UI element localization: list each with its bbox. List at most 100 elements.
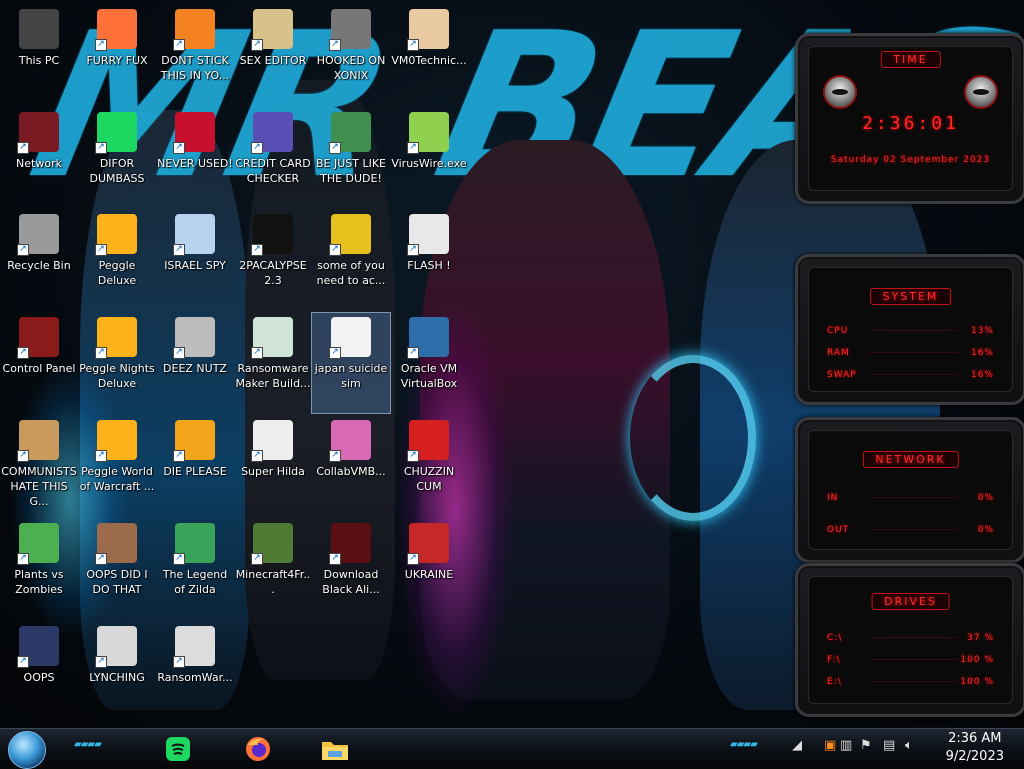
taskbar-firefox-button[interactable] — [238, 731, 278, 767]
taskbar-clock[interactable]: 2:36 AM 9/2/2023 — [946, 730, 1004, 766]
desktop-icon-label: OOPS — [23, 671, 55, 684]
desktop-icon[interactable]: ↗ COMMUNISTS HATE THIS G... — [0, 416, 78, 516]
desktop-icon[interactable]: ↗ DIE PLEASE — [156, 416, 234, 516]
taskbar-spotify-button[interactable] — [158, 731, 198, 767]
network-in-bar — [869, 497, 958, 498]
desktop-icon[interactable]: ↗ UKRAINE — [390, 519, 468, 619]
swap-label: SWAP — [827, 370, 857, 380]
desktop-icon-label: Peggle Deluxe — [97, 259, 137, 287]
desktop-icon-label: Peggle Nights Deluxe — [79, 362, 155, 390]
desktop-icon[interactable]: ↗ NEVER USED! — [156, 108, 234, 208]
desktop-icon[interactable]: ↗ RansomWar... — [156, 622, 234, 722]
desktop-icon[interactable]: ↗ CollabVMB... — [312, 416, 390, 516]
desktop-icon[interactable]: ↗ Download Black Ali... — [312, 519, 390, 619]
desktop-icon[interactable]: ↗ Minecraft4Fr... — [234, 519, 312, 619]
desktop-icon[interactable]: ↗ Plants vs Zombies — [0, 519, 78, 619]
desktop-icon-label: some of you need to ac... — [316, 259, 386, 287]
ram-value: 16% — [970, 348, 994, 358]
desktop-icon[interactable]: ↗ VM0Technic... — [390, 5, 468, 105]
desktop-icon-label: Peggle World of Warcraft ... — [79, 465, 155, 493]
alien-icon: ↗ — [329, 523, 371, 565]
swap-bar — [869, 374, 958, 375]
desktop-icon-label: Download Black Ali... — [322, 568, 380, 596]
spy-cam-icon: ↗ — [173, 214, 215, 256]
desktop-icon-label: VirusWire.exe — [391, 157, 467, 170]
desktop-icon[interactable]: ↗ Oracle VM VirtualBox — [390, 313, 468, 413]
tray-app-icon[interactable]: ▣ — [824, 738, 836, 753]
recycle-bin-icon: ↗ — [17, 214, 59, 256]
peggle-icon: ↗ — [95, 317, 137, 359]
taskbar-clock-date: 9/2/2023 — [945, 749, 1004, 764]
time-gadget-date: Saturday 02 September 2023 — [830, 155, 991, 165]
desktop-icon-label: Network — [16, 157, 62, 170]
network-in-label: IN — [827, 493, 839, 503]
hxd-icon: ↗ — [251, 9, 293, 51]
action-center-flag-icon[interactable]: ⚑ — [860, 738, 872, 753]
shortcut-arrow-icon: ↗ — [407, 142, 419, 154]
desktop-icon-label: BE JUST LIKE THE DUDE! — [315, 157, 387, 185]
firefox-icon: ↗ — [95, 9, 137, 51]
system-gadget[interactable]: SYSTEM CPU 13% RAM 16% SWAP 16% — [795, 254, 1024, 405]
desktop-icon[interactable]: ↗ 2PACALYPSE 2.3 — [234, 210, 312, 310]
drive-e-bar — [869, 681, 958, 682]
ram-bar — [869, 352, 958, 353]
taskbar: ▰▰▰▰ ▰▰▰▰ ◢ ▣ ▥ ⚑ ▤ 🔈︎ 2:36 AM 9/2/2023 — [0, 728, 1024, 769]
desktop-icon[interactable]: ↗ Super Hilda — [234, 416, 312, 516]
santa-icon: ↗ — [329, 112, 371, 154]
desktop-icon[interactable]: ↗ FLASH ! — [390, 210, 468, 310]
desktop-icon[interactable]: ↗ Control Panel — [0, 313, 78, 413]
desktop-icon[interactable]: ↗ FURRY FUX — [78, 5, 156, 105]
peggle-icon: ↗ — [95, 420, 137, 462]
file-explorer-icon — [322, 742, 348, 760]
desktop-icon[interactable]: ↗ japan suicide sim — [311, 312, 391, 414]
desktop-icon[interactable]: ↗ BE JUST LIKE THE DUDE! — [312, 108, 390, 208]
desktop-icon[interactable]: ↗ OOPS — [0, 622, 78, 722]
desktop-icon[interactable]: ↗ CREDIT CARD CHECKER — [234, 108, 312, 208]
shortcut-arrow-icon: ↗ — [173, 450, 185, 462]
desktop-icon-label: Ransomware Maker Build... — [235, 362, 311, 390]
desktop-icon[interactable]: ↗ DEEZ NUTZ — [156, 313, 234, 413]
desktop-icon[interactable]: ↗ SEX EDITOR — [234, 5, 312, 105]
taskbar-chevron-deco: ▰▰▰▰ — [74, 739, 102, 750]
desktop-icon[interactable]: ↗ some of you need to ac... — [312, 210, 390, 310]
tray-display-icon[interactable]: ▤ — [883, 738, 895, 753]
xonix-icon: ↗ — [329, 9, 371, 51]
desktop-icon[interactable]: ↗ VirusWire.exe — [390, 108, 468, 208]
time-gadget[interactable]: TIME 2:36:01 Saturday 02 September 2023 — [795, 33, 1024, 204]
desktop-icon-label: SEX EDITOR — [239, 54, 307, 67]
desktop-icon[interactable]: This PC — [0, 5, 78, 105]
desktop-icon-label: CollabVMB... — [316, 465, 386, 478]
desktop-icon[interactable]: ↗ Recycle Bin — [0, 210, 78, 310]
desktop-icon[interactable]: ↗ ISRAEL SPY — [156, 210, 234, 310]
shortcut-arrow-icon: ↗ — [17, 347, 29, 359]
drives-gadget[interactable]: DRIVES C:\ 37 % F:\ 100 % E:\ 100 % — [795, 563, 1024, 717]
desktop-icon[interactable]: ↗ DIFOR DUMBASS — [78, 108, 156, 208]
shortcut-arrow-icon: ↗ — [173, 244, 185, 256]
desktop-icon[interactable]: ↗ Peggle World of Warcraft ... — [78, 416, 156, 516]
desktop-icon[interactable]: ↗ The Legend of Zilda — [156, 519, 234, 619]
start-orb-button[interactable] — [8, 731, 46, 769]
spotify-icon: ↗ — [95, 112, 137, 154]
spotify-icon — [166, 737, 190, 761]
show-hidden-icons-button[interactable]: ◢ — [792, 738, 802, 753]
desktop-icon[interactable]: ↗ Network — [0, 108, 78, 208]
volume-icon[interactable]: 🔈︎ — [905, 738, 913, 753]
shortcut-arrow-icon: ↗ — [407, 244, 419, 256]
time-gadget-title: TIME — [880, 51, 941, 68]
desktop-icon[interactable]: ↗ HOOKED ON XONIX — [312, 5, 390, 105]
desktop-icon[interactable]: ↗ OOPS DID I DO THAT — [78, 519, 156, 619]
taskbar-file-explorer-button[interactable] — [315, 731, 355, 767]
shortcut-arrow-icon: ↗ — [407, 450, 419, 462]
desktop-icon[interactable]: ↗ DONT STICK THIS IN YO... — [156, 5, 234, 105]
portrait-icon: ↗ — [95, 523, 137, 565]
desktop-icon-label: Recycle Bin — [7, 259, 71, 272]
desktop-icon[interactable]: ↗ CHUZZIN CUM — [390, 416, 468, 516]
desktop-icon[interactable]: ↗ LYNCHING — [78, 622, 156, 722]
desktop-icon[interactable]: ↗ Peggle Nights Deluxe — [78, 313, 156, 413]
tray-network-icon[interactable]: ▥ — [840, 738, 852, 753]
desktop-icon[interactable]: ↗ Peggle Deluxe — [78, 210, 156, 310]
shortcut-arrow-icon: ↗ — [329, 39, 341, 51]
desktop-icon[interactable]: ↗ Ransomware Maker Build... — [234, 313, 312, 413]
network-gadget[interactable]: NETWORK IN 0% OUT 0% — [795, 417, 1024, 563]
system-gadget-panel: SYSTEM CPU 13% RAM 16% SWAP 16% — [808, 267, 1013, 392]
